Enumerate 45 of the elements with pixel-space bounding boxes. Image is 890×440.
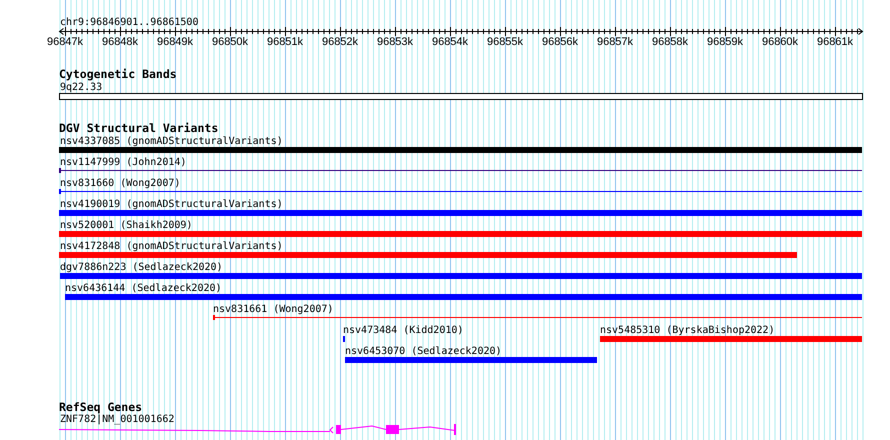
variant-bar[interactable]	[345, 357, 597, 363]
variant-label: nsv1147999 (John2014)	[60, 157, 186, 168]
variant-label: nsv4337085 (gnomADStructuralVariants)	[60, 136, 283, 147]
ruler-tick-label: 96855k	[486, 36, 524, 48]
ruler-tick-label: 96854k	[432, 36, 468, 48]
variant-bar[interactable]	[59, 252, 797, 258]
ruler-tick-label: 96849k	[156, 36, 194, 48]
gene-label: ZNF782|NM_001001662	[60, 414, 174, 425]
variant-label: nsv4190019 (gnomADStructuralVariants)	[60, 199, 283, 210]
variant-label: nsv473484 (Kidd2010)	[343, 325, 464, 336]
variant-label: dgv7886n223 (Sedlazeck2020)	[60, 262, 223, 273]
ruler-tick-label: 96860k	[762, 36, 798, 48]
ruler-tick-label: 96850k	[212, 36, 248, 48]
variant-bar[interactable]	[65, 294, 862, 300]
track-title: Cytogenetic Bands	[59, 67, 177, 81]
variant-label: nsv5485310 (ByrskaBishop2022)	[600, 325, 775, 336]
gene-model-drawing[interactable]	[58, 424, 456, 435]
track-title: RefSeq Genes	[59, 400, 142, 414]
variant-label: nsv831661 (Wong2007)	[213, 304, 334, 315]
variant-label: nsv6436144 (Sedlazeck2020)	[65, 283, 222, 294]
location-label: chr9:96846901..96861500	[60, 17, 198, 28]
ruler-tick-label: 96851k	[266, 36, 304, 48]
variant-bar[interactable]	[59, 210, 862, 216]
ruler-tick-label: 96858k	[652, 36, 688, 48]
ruler-tick-label: 96848k	[102, 36, 138, 48]
ruler-tick-label: 96857k	[596, 36, 634, 48]
variant-label: nsv4172848 (gnomADStructuralVariants)	[60, 241, 283, 252]
variant-bar[interactable]	[60, 273, 862, 279]
variant-line[interactable]	[59, 168, 862, 173]
ruler-tick-label: 96856k	[542, 36, 578, 48]
variant-label: nsv6453070 (Sedlazeck2020)	[345, 346, 502, 357]
variant-line[interactable]	[59, 189, 862, 194]
variant-bar[interactable]	[59, 147, 862, 153]
ruler-tick-label: 96847k	[46, 36, 84, 48]
band-label: 9q22.33	[60, 82, 102, 93]
variant-bar[interactable]	[600, 336, 862, 342]
ruler-tick-label: 96853k	[376, 36, 414, 48]
variant-bar[interactable]	[59, 231, 862, 237]
ruler-tick-label: 96859k	[706, 36, 744, 48]
variant-label: nsv520001 (Shaikh2009)	[60, 220, 192, 231]
variant-label: nsv831660 (Wong2007)	[60, 178, 180, 189]
cytoband-bar[interactable]	[59, 93, 863, 100]
track-title: DGV Structural Variants	[59, 121, 218, 135]
ruler-tick-label: 96861k	[816, 36, 854, 48]
ruler-tick-label: 96852k	[322, 36, 358, 48]
